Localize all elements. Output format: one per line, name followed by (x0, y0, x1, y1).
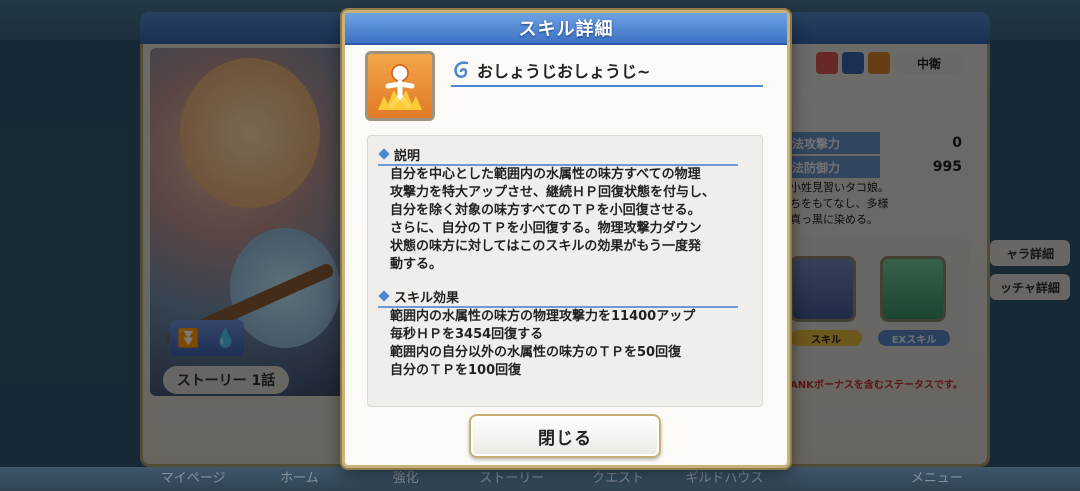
close-button[interactable]: 閉じる (469, 414, 661, 458)
skill-detail-modal: スキル詳細 おしょうじおしょうじ~ 説明 自分を中心とした範囲内の水属性の味方す… (342, 10, 790, 468)
diamond-bullet-icon (378, 290, 390, 302)
skill-name: おしょうじおしょうじ~ (477, 62, 651, 81)
modal-title: スキル詳細 (518, 19, 614, 40)
skill-name-row: おしょうじおしょうじ~ (451, 55, 763, 87)
skill-content-box: 説明 自分を中心とした範囲内の水属性の味方すべての物理 攻撃力を特大アップさせ、… (367, 135, 763, 407)
diamond-bullet-icon (378, 148, 390, 160)
person-burst-icon (378, 64, 422, 110)
skill-icon (365, 51, 435, 121)
modal-header: スキル詳細 (345, 13, 787, 45)
effect-text: 範囲内の水属性の味方の物理攻撃力を11400アップ 毎秒ＨＰを3454回復する … (390, 309, 696, 378)
description-heading: 説明 (378, 144, 738, 166)
swirl-icon (454, 61, 469, 78)
effect-heading: スキル効果 (378, 286, 738, 308)
description-text: 自分を中心とした範囲内の水属性の味方すべての物理 攻撃力を特大アップさせ、継続Ｈ… (390, 167, 716, 272)
